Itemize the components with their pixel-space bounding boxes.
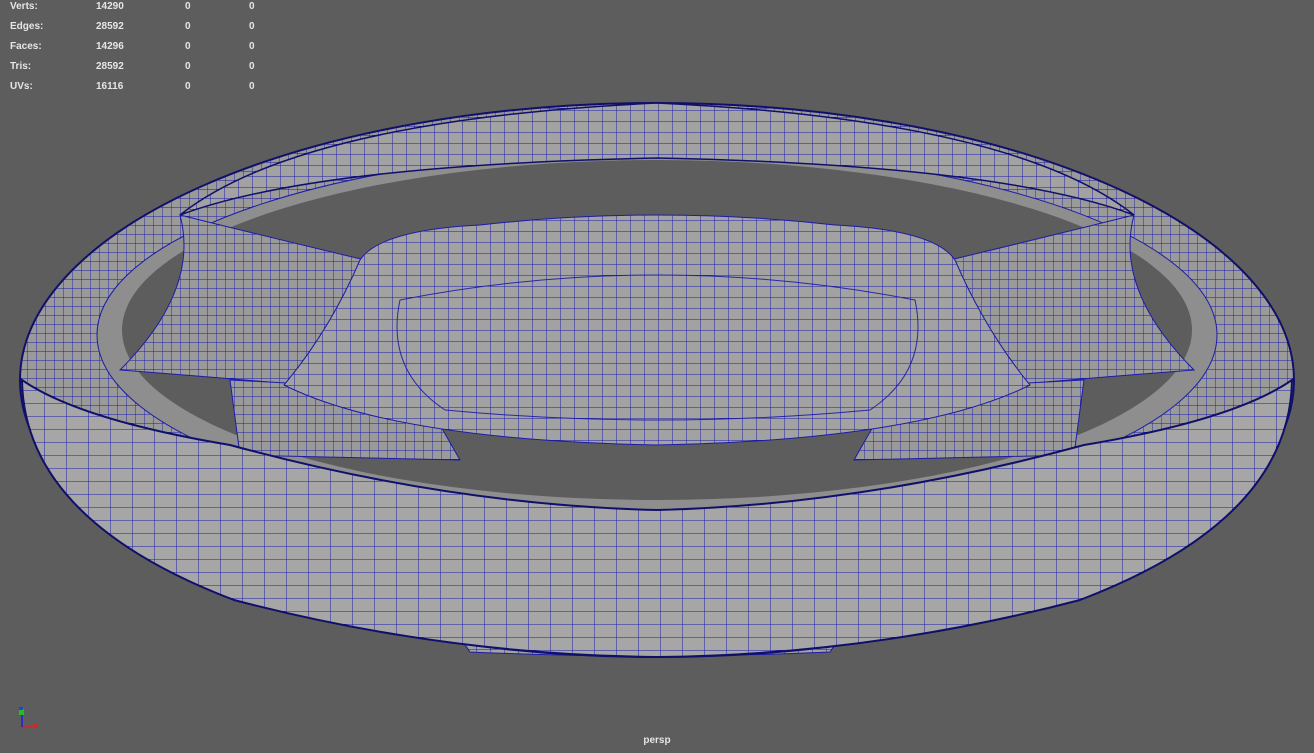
- hud-selected: 0: [185, 61, 191, 72]
- hud-component: 0: [249, 21, 255, 32]
- steering-wheel-mesh[interactable]: [19, 102, 1295, 659]
- hud-component: 0: [249, 81, 255, 92]
- hud-label: Tris:: [10, 61, 32, 72]
- hud-component: 0: [249, 41, 255, 52]
- hud-total: 14296: [96, 41, 124, 52]
- hud-total: 28592: [96, 61, 124, 72]
- hud-selected: 0: [185, 21, 191, 32]
- hud-component: 0: [249, 61, 255, 72]
- hud-row-uvs: UVs: 16116 0 0: [10, 81, 270, 95]
- 3d-viewport[interactable]: [0, 0, 1314, 753]
- hud-selected: 0: [185, 41, 191, 52]
- hud-total: 28592: [96, 21, 124, 32]
- hud-label: Faces:: [10, 41, 42, 52]
- hud-total: 16116: [96, 81, 124, 92]
- hud-row-edges: Edges: 28592 0 0: [10, 21, 270, 35]
- hud-row-verts: Verts: 14290 0 0: [10, 1, 270, 15]
- hud-selected: 0: [185, 81, 191, 92]
- hud-total: 14290: [96, 1, 124, 12]
- hud-label: Verts:: [10, 1, 38, 12]
- hud-label: UVs:: [10, 81, 33, 92]
- hud-label: Edges:: [10, 21, 44, 32]
- hud-selected: 0: [185, 1, 191, 12]
- hud-row-faces: Faces: 14296 0 0: [10, 41, 270, 55]
- camera-label: persp: [643, 735, 671, 746]
- z-axis-label-icon: [19, 707, 23, 710]
- hud-component: 0: [249, 1, 255, 12]
- hud-row-tris: Tris: 28592 0 0: [10, 61, 270, 75]
- view-axis-gizmo: [19, 707, 39, 729]
